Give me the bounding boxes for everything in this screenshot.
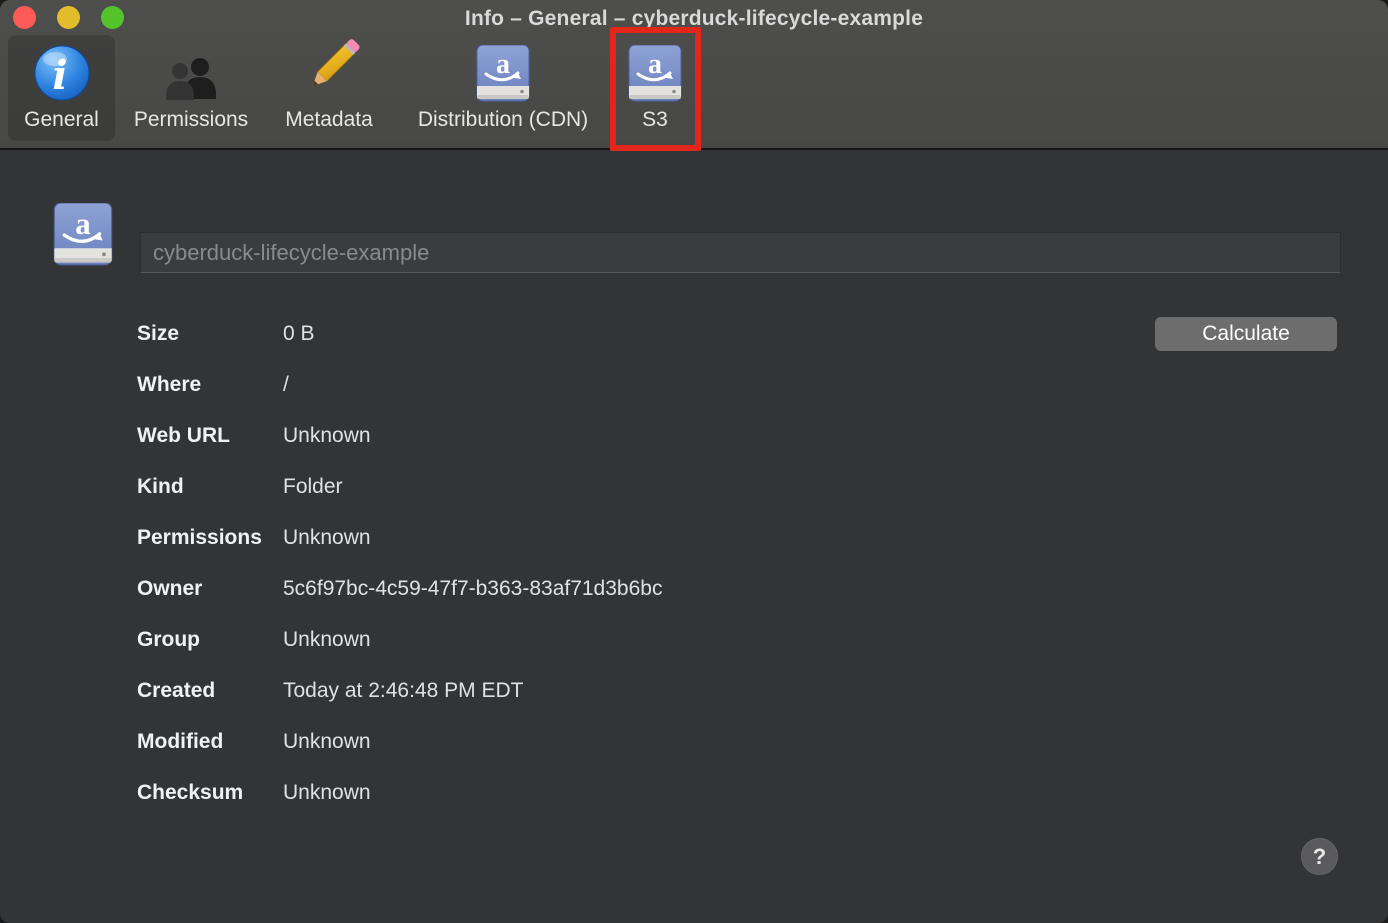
info-row-group: Group Unknown bbox=[0, 614, 1388, 665]
tab-general[interactable]: General bbox=[8, 35, 115, 141]
row-value: Unknown bbox=[283, 526, 371, 550]
tab-label: Metadata bbox=[285, 107, 373, 133]
row-label: Created bbox=[0, 679, 283, 703]
pencil-icon bbox=[297, 35, 361, 107]
info-row-size: Size 0 B Calculate bbox=[0, 308, 1388, 359]
row-value: 0 B bbox=[283, 322, 315, 346]
row-label: Kind bbox=[0, 475, 283, 499]
help-button[interactable]: ? bbox=[1301, 838, 1338, 875]
info-table: Size 0 B Calculate Where / Web URL Unkno… bbox=[0, 308, 1388, 818]
row-label: Web URL bbox=[0, 424, 283, 448]
info-row-web-url: Web URL Unknown bbox=[0, 410, 1388, 461]
info-row-kind: Kind Folder bbox=[0, 461, 1388, 512]
info-window: Info – General – cyberduck-lifecycle-exa… bbox=[0, 0, 1388, 923]
row-value: Unknown bbox=[283, 628, 371, 652]
s3-drive-icon bbox=[475, 35, 531, 107]
row-label: Permissions bbox=[0, 526, 283, 550]
window-title: Info – General – cyberduck-lifecycle-exa… bbox=[0, 7, 1388, 31]
row-value: Today at 2:46:48 PM EDT bbox=[283, 679, 523, 703]
tab-label: Distribution (CDN) bbox=[418, 107, 588, 133]
row-label: Group bbox=[0, 628, 283, 652]
row-label: Size bbox=[0, 322, 283, 346]
info-icon bbox=[34, 35, 90, 107]
filename-input[interactable] bbox=[140, 232, 1341, 273]
info-row-checksum: Checksum Unknown bbox=[0, 767, 1388, 818]
tab-label: Permissions bbox=[134, 107, 248, 133]
row-value: Folder bbox=[283, 475, 343, 499]
tab-label: S3 bbox=[642, 107, 668, 133]
tab-permissions[interactable]: Permissions bbox=[117, 35, 265, 141]
titlebar[interactable]: Info – General – cyberduck-lifecycle-exa… bbox=[0, 0, 1388, 36]
people-icon bbox=[162, 35, 220, 107]
row-label: Modified bbox=[0, 730, 283, 754]
info-row-owner: Owner 5c6f97bc-4c59-47f7-b363-83af71d3b6… bbox=[0, 563, 1388, 614]
row-value: Unknown bbox=[283, 781, 371, 805]
row-value: / bbox=[283, 373, 289, 397]
info-row-where: Where / bbox=[0, 359, 1388, 410]
tab-s3[interactable]: S3 bbox=[616, 35, 694, 141]
row-label: Owner bbox=[0, 577, 283, 601]
tab-distribution-cdn[interactable]: Distribution (CDN) bbox=[393, 35, 613, 141]
window-chrome: Info – General – cyberduck-lifecycle-exa… bbox=[0, 0, 1388, 150]
calculate-button[interactable]: Calculate bbox=[1155, 317, 1337, 351]
s3-drive-icon bbox=[48, 203, 118, 272]
row-label: Checksum bbox=[0, 781, 283, 805]
general-panel: Size 0 B Calculate Where / Web URL Unkno… bbox=[0, 150, 1388, 923]
row-value: Unknown bbox=[283, 424, 371, 448]
info-row-permissions: Permissions Unknown bbox=[0, 512, 1388, 563]
tab-metadata[interactable]: Metadata bbox=[268, 35, 390, 141]
s3-drive-icon bbox=[627, 35, 683, 107]
row-value: Unknown bbox=[283, 730, 371, 754]
info-row-created: Created Today at 2:46:48 PM EDT bbox=[0, 665, 1388, 716]
row-value: 5c6f97bc-4c59-47f7-b363-83af71d3b6bc bbox=[283, 577, 662, 601]
info-row-modified: Modified Unknown bbox=[0, 716, 1388, 767]
tab-label: General bbox=[24, 107, 99, 133]
row-label: Where bbox=[0, 373, 283, 397]
